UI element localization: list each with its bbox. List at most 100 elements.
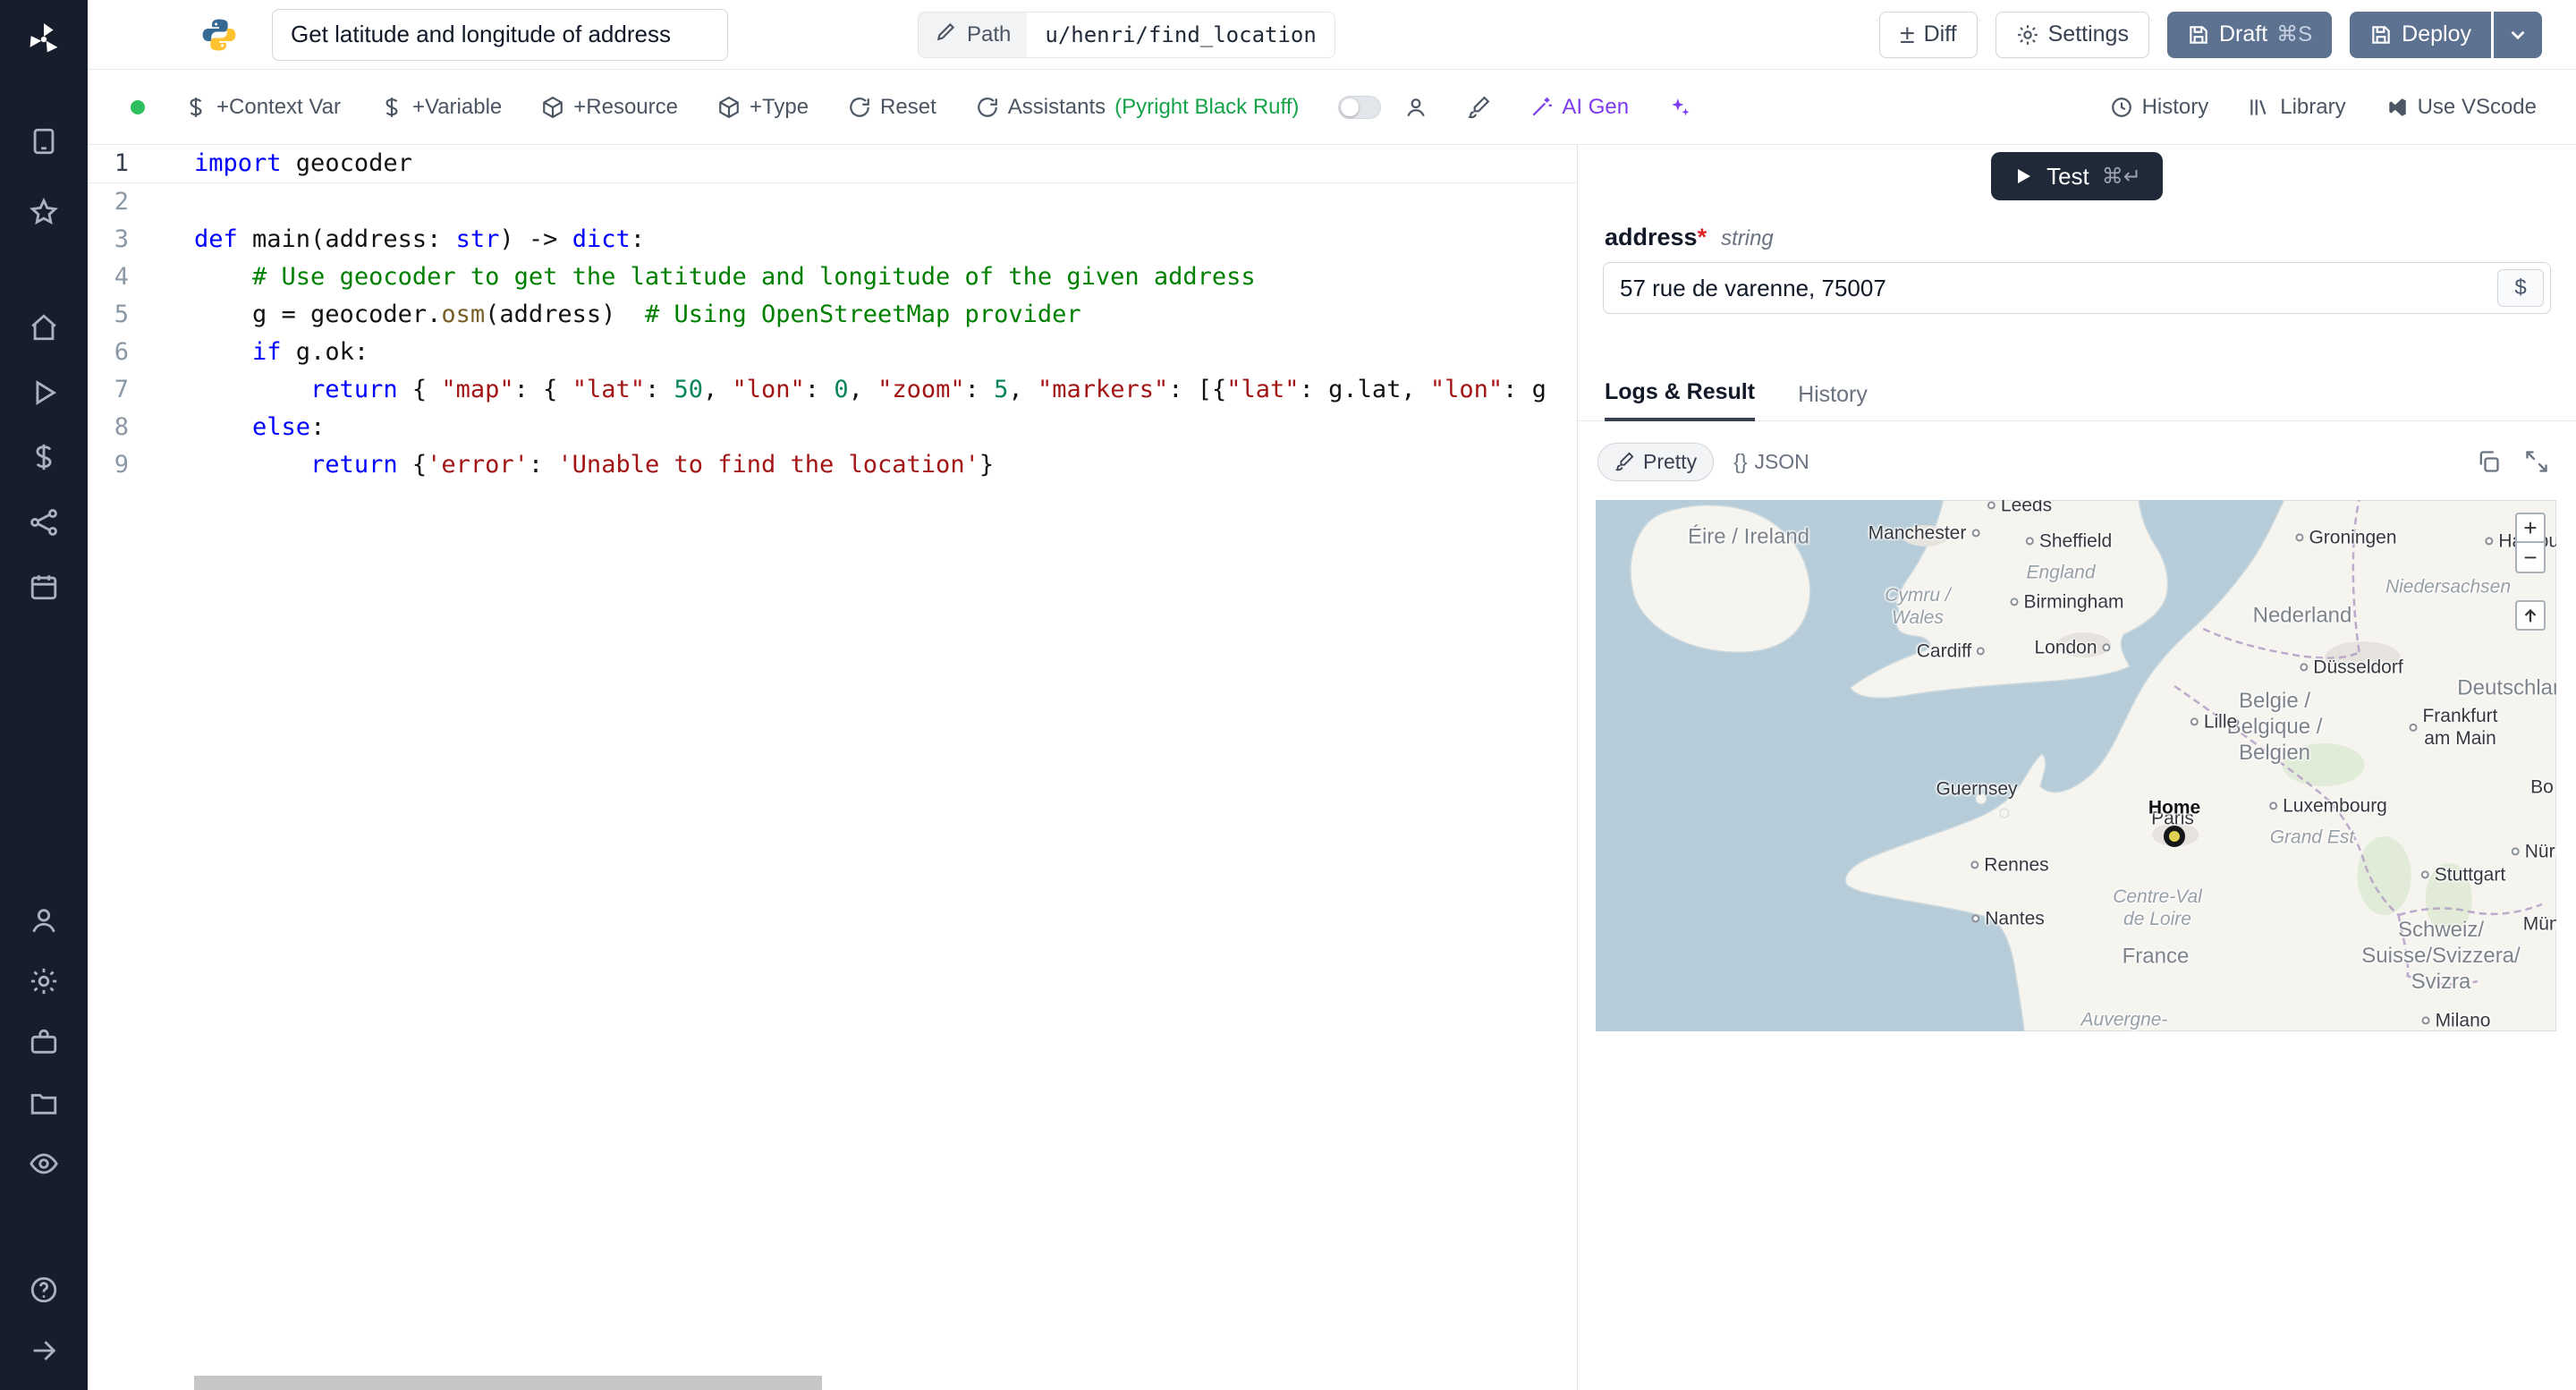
path-control[interactable]: Path u/henri/find_location [918, 11, 1335, 58]
path-value: u/henri/find_location [1027, 12, 1335, 57]
apps-icon[interactable] [29, 126, 59, 157]
package-icon [719, 96, 739, 118]
app-window: Path u/henri/find_location ± Diff Settin… [0, 0, 2576, 1390]
code-lines: 1 import geocoder 2 3 def main(address: str)… [88, 145, 1577, 484]
settings-button[interactable]: Settings [1995, 11, 2149, 58]
runs-play-icon[interactable] [29, 377, 59, 408]
expand-icon[interactable] [2524, 449, 2549, 474]
line-number: 5 [114, 301, 129, 328]
tab-logs-result[interactable]: Logs & Result [1605, 379, 1756, 421]
test-button[interactable]: Test ⌘↵ [1991, 152, 2163, 200]
expand-arrow-icon[interactable] [29, 1335, 59, 1366]
deploy-button[interactable]: Deploy [2350, 11, 2491, 58]
line-number: 8 [114, 413, 129, 441]
line-number: 4 [114, 263, 129, 291]
settings-gear-icon[interactable] [29, 966, 59, 996]
variables-dollar-icon[interactable] [29, 442, 59, 472]
zoom-in-button[interactable]: + [2515, 513, 2546, 543]
folders-icon[interactable] [29, 1088, 59, 1118]
help-icon[interactable] [29, 1275, 59, 1305]
insert-variable-button[interactable]: $ [2497, 269, 2544, 307]
code-line[interactable]: 8 else: [88, 409, 1577, 446]
save-icon [2187, 23, 2210, 47]
schedules-calendar-icon[interactable] [29, 572, 59, 602]
reset-button[interactable]: Reset [848, 95, 936, 120]
recenter-button[interactable] [2515, 600, 2546, 631]
address-input[interactable] [1603, 262, 2551, 314]
draft-shortcut: ⌘S [2276, 22, 2313, 47]
add-resource-button[interactable]: +Resource [541, 95, 678, 120]
line-number: 9 [114, 451, 129, 479]
argument-name: address* [1605, 224, 1707, 250]
add-type-button[interactable]: +Type [717, 95, 809, 120]
use-vscode-button[interactable]: Use VScode [2385, 95, 2537, 120]
braces-icon: {} [1733, 449, 1748, 473]
content-split: 1 import geocoder 2 3 def main(address: str)… [88, 145, 2576, 1390]
home-marker[interactable] [2164, 826, 2185, 847]
multiplayer-toggle[interactable] [1338, 95, 1382, 119]
library-icon [2250, 98, 2267, 115]
result-map[interactable]: Leeds Éire / Ireland Manchester Sheffield Gr… [1596, 500, 2556, 1031]
pretty-toggle[interactable]: Pretty [1597, 442, 1715, 481]
json-toggle[interactable]: {} JSON [1733, 450, 1809, 474]
code-line[interactable]: 4 # Use geocoder to get the latitude and… [88, 259, 1577, 296]
gear-icon [2016, 23, 2039, 47]
code-line[interactable]: 1 import geocoder [88, 145, 1577, 183]
status-dot [131, 99, 145, 114]
windmill-logo[interactable] [25, 21, 63, 58]
result-tabs: Logs & Result History [1578, 371, 2576, 421]
dollar-icon [190, 97, 202, 117]
users-icon[interactable] [29, 905, 59, 936]
brush-icon [1615, 452, 1634, 471]
assistants-detail: (Pyright Black Ruff) [1114, 94, 1300, 119]
topbar: Path u/henri/find_location ± Diff Settin… [88, 0, 2576, 70]
sparkles-icon[interactable] [1668, 96, 1691, 119]
arrow-up-icon [2524, 608, 2537, 623]
save-icon [2369, 23, 2393, 47]
diff-icon: ± [1900, 19, 1915, 49]
line-number: 1 [114, 149, 129, 177]
deploy-button-group: Deploy [2350, 11, 2542, 58]
assistants-button[interactable]: Assistants (Pyright Black Ruff) [976, 94, 1300, 120]
deploy-dropdown-button[interactable] [2494, 11, 2542, 58]
zoom-out-button[interactable]: − [2515, 543, 2546, 573]
main-area: Path u/henri/find_location ± Diff Settin… [88, 0, 2576, 1390]
library-button[interactable]: Library [2248, 95, 2346, 120]
line-number: 3 [114, 225, 129, 253]
clock-history-icon [2111, 97, 2131, 117]
refresh-icon [977, 97, 997, 117]
tab-history[interactable]: History [1798, 382, 1868, 420]
line-number: 6 [114, 338, 129, 366]
ai-gen-button[interactable]: AI Gen [1530, 95, 1629, 120]
favorites-star-icon[interactable] [29, 197, 59, 227]
diff-button[interactable]: ± Diff [1879, 11, 1978, 58]
draft-button[interactable]: Draft ⌘S [2166, 11, 2333, 58]
resources-hub-icon[interactable] [29, 507, 59, 538]
collaborators-icon[interactable] [1404, 96, 1428, 119]
script-title-input[interactable] [272, 8, 728, 61]
code-line[interactable]: 5 g = geocoder.osm(address) # Using Open… [88, 296, 1577, 334]
code-line[interactable]: 9 return {'error': 'Unable to find the l… [88, 446, 1577, 484]
test-shortcut: ⌘↵ [2101, 164, 2141, 189]
history-button[interactable]: History [2110, 95, 2208, 120]
workers-briefcase-icon[interactable] [29, 1027, 59, 1057]
horizontal-scrollbar[interactable] [194, 1376, 822, 1390]
home-icon[interactable] [29, 312, 59, 343]
audit-eye-icon[interactable] [29, 1148, 59, 1179]
required-marker: * [1697, 224, 1707, 250]
code-line[interactable]: 6 if g.ok: [88, 334, 1577, 371]
pencil-icon [935, 20, 958, 49]
python-logo-icon [200, 16, 238, 54]
add-context-var-button[interactable]: +Context Var [184, 95, 341, 120]
chevron-down-icon [2506, 23, 2529, 47]
editor-toolbar: +Context Var +Variable +Resource +Type R… [88, 70, 2576, 145]
sidebar [0, 0, 88, 1390]
refresh-icon [850, 97, 869, 117]
code-editor[interactable]: 1 import geocoder 2 3 def main(address: str)… [88, 145, 1578, 1390]
format-brush-icon[interactable] [1467, 96, 1490, 119]
code-line[interactable]: 7 return { "map": { "lat": 50, "lon": 0,… [88, 371, 1577, 409]
code-line[interactable]: 3 def main(address: str) -> dict: [88, 221, 1577, 259]
add-variable-button[interactable]: +Variable [380, 95, 502, 120]
copy-icon[interactable] [2476, 449, 2501, 474]
code-line[interactable]: 2 [88, 183, 1577, 221]
